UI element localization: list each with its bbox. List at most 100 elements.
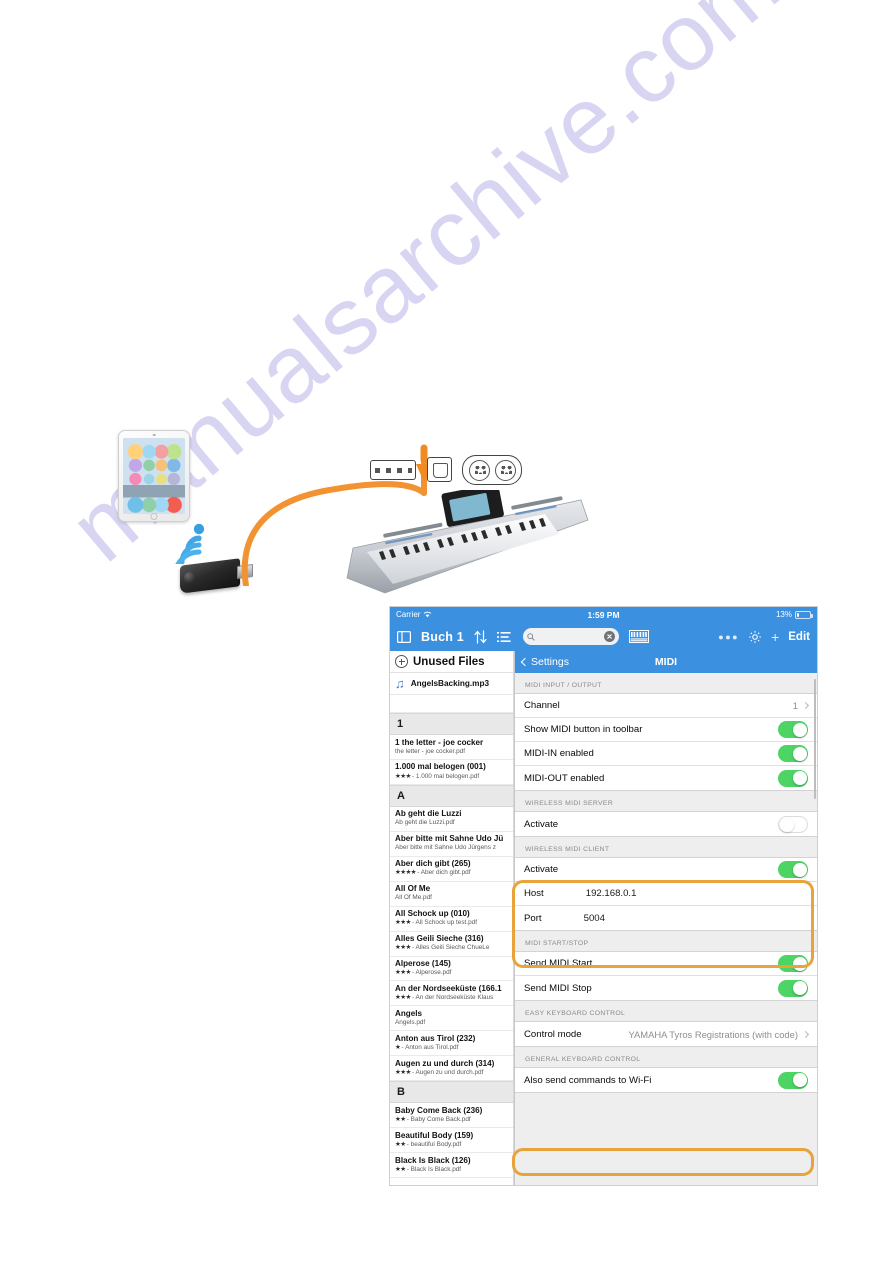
file-subtitle: ★★★ - Alles Geili Sieche ChueLe	[395, 944, 490, 952]
settings-row[interactable]: MIDI-OUT enabled	[515, 766, 817, 790]
back-button[interactable]: Settings	[520, 656, 569, 668]
more-icon[interactable]: ●●●	[718, 632, 739, 642]
list-item[interactable]: Beautiful Body (159) ★★ - beautiful Body.…	[390, 1128, 513, 1154]
settings-value-text: YAMAHA Tyros Registrations (with code)	[628, 1028, 798, 1040]
file-subtitle: ★★★ - An der Nordseeküste Klaus	[395, 994, 494, 1002]
settings-nav-bar: Settings MIDI	[515, 651, 817, 673]
settings-value-text: 1	[792, 700, 798, 711]
back-label: Settings	[531, 656, 569, 668]
settings-row[interactable]: Port 5004	[515, 906, 817, 930]
list-item[interactable]: An der Nordseeküste (166.1 ★★★ - An der N…	[390, 981, 513, 1007]
file-title: 1.000 mal belogen (001)	[395, 762, 486, 772]
settings-field-value[interactable]: 5004	[584, 913, 605, 924]
settings-row[interactable]: Control mode YAMAHA Tyros Registrations (…	[515, 1022, 817, 1046]
toggle-switch[interactable]	[778, 721, 808, 738]
toggle-switch[interactable]	[778, 815, 808, 833]
file-subtitle: All Of Me.pdf	[395, 894, 432, 902]
midi-din-left-icon	[469, 460, 490, 481]
settings-row[interactable]: Send MIDI Stop	[515, 976, 817, 1000]
file-subtitle: Ab geht die Luzzi.pdf	[395, 819, 455, 827]
midi-icon[interactable]	[628, 630, 649, 643]
dongle-knob	[184, 572, 195, 583]
file-subtitle: Angels.pdf	[395, 1018, 426, 1026]
chevron-right-icon	[801, 1030, 810, 1038]
settings-row[interactable]: Send MIDI Start	[515, 952, 817, 976]
toggle-switch[interactable]	[778, 1071, 808, 1089]
toggle-switch[interactable]	[778, 769, 808, 787]
list-spacer	[390, 695, 513, 713]
list-item[interactable]: Aber bitte mit Sahne Udo Jü Aber bitte mi…	[390, 832, 513, 857]
settings-row-value: 1	[792, 700, 810, 711]
add-circle-icon[interactable]	[395, 655, 408, 668]
toggle-knob	[792, 862, 807, 877]
connector-ports-group	[370, 455, 522, 487]
settings-row[interactable]: Also send commands to Wi-Fi	[515, 1068, 817, 1092]
list-item[interactable]: All Of Me All Of Me.pdf	[390, 882, 513, 907]
toggle-knob	[792, 981, 807, 995]
list-item[interactable]: 1 the letter - joe cocker the letter - jo…	[390, 735, 513, 760]
settings-row-label: Activate	[524, 818, 559, 830]
settings-row-value: YAMAHA Tyros Registrations (with code)	[628, 1028, 810, 1040]
settings-field-value[interactable]: 192.168.0.1	[586, 888, 637, 899]
list-item[interactable]: Angels Angels.pdf	[390, 1006, 513, 1032]
book-title[interactable]: Buch 1	[421, 630, 464, 644]
rating-stars: ★★★	[395, 772, 412, 780]
toggle-switch[interactable]	[778, 979, 808, 997]
settings-group-header: WIRELESS MIDI SERVER	[525, 800, 614, 807]
settings-group-header: WIRELESS MIDI CLIENT	[525, 846, 610, 853]
settings-popover: Settings MIDI MIDI INPUT / OUTPUT Channel…	[514, 651, 817, 1185]
search-icon	[527, 632, 535, 641]
list-item[interactable]: Augen zu und durch (314) ★★★ - Augen zu u…	[390, 1056, 513, 1082]
list-item[interactable]: Baby Come Back (236) ★★ - Baby Come Back.…	[390, 1103, 513, 1129]
scrollbar[interactable]	[814, 679, 816, 799]
rating-stars: ★★	[395, 1140, 407, 1148]
file-list-panel[interactable]: Unused Files ♫ AngelsBacking.mp3 11 the …	[390, 651, 514, 1185]
toggle-knob	[792, 746, 807, 761]
settings-scroll[interactable]: MIDI INPUT / OUTPUT Channel 1 Show MIDI but…	[515, 673, 817, 1185]
rating-stars: ★	[395, 1043, 402, 1051]
gear-icon[interactable]	[748, 630, 762, 644]
chevron-left-icon	[520, 657, 530, 667]
list-item[interactable]: Alles Geili Sieche (316) ★★★ - Alles Geil…	[390, 932, 513, 957]
toggle-switch[interactable]	[778, 955, 808, 972]
search-input[interactable]	[522, 628, 619, 645]
toggle-knob	[792, 771, 807, 785]
settings-row-label: Channel	[524, 700, 560, 711]
chevron-right-icon	[801, 701, 810, 710]
list-item[interactable]: Aber dich gibt (265) ★★★★ - Aber dich gib…	[390, 857, 513, 882]
sort-icon[interactable]	[474, 629, 487, 644]
list-item[interactable]: All Schock up (010) ★★★ - All Schock up t…	[390, 907, 513, 932]
toggle-switch[interactable]	[778, 861, 808, 878]
list-item[interactable]: Alperose (145) ★★★ - Alperose.pdf	[390, 957, 513, 982]
settings-row[interactable]: Show MIDI button in toolbar	[515, 718, 817, 742]
book-view-icon[interactable]	[397, 630, 411, 643]
ipad-screen	[123, 438, 185, 514]
settings-row[interactable]: Activate	[515, 858, 817, 882]
list-item[interactable]: ♫ AngelsBacking.mp3	[390, 673, 513, 695]
settings-row[interactable]: Host 192.168.0.1	[515, 882, 817, 906]
list-item[interactable]: Anton aus Tirol (232) ★ - Anton aus Tirol…	[390, 1031, 513, 1057]
add-icon[interactable]: +	[771, 629, 779, 645]
settings-row[interactable]: Activate	[515, 812, 817, 836]
file-subtitle: ★★★ - Augen zu und durch.pdf	[395, 1068, 484, 1076]
usb-a-port-icon	[370, 460, 416, 480]
file-title: Baby Come Back (236)	[395, 1105, 483, 1115]
toggle-switch[interactable]	[778, 745, 808, 762]
status-battery-group: 13%	[776, 610, 813, 619]
settings-group: Also send commands to Wi-Fi	[515, 1067, 817, 1093]
file-subtitle: ★★ - Baby Come Back.pdf	[395, 1115, 471, 1123]
rating-stars: ★★★	[395, 1068, 412, 1076]
file-title: All Of Me	[395, 884, 431, 894]
file-title: 1 the letter - joe cocker	[395, 737, 484, 747]
list-item[interactable]: 1.000 mal belogen (001) ★★★ - 1.000 mal b…	[390, 760, 513, 785]
settings-row[interactable]: Channel 1	[515, 694, 817, 718]
list-icon[interactable]	[496, 631, 511, 643]
unused-files-row[interactable]: Unused Files	[390, 651, 513, 673]
list-item[interactable]: Ab geht die Luzzi Ab geht die Luzzi.pdf	[390, 807, 513, 832]
clear-icon[interactable]	[603, 631, 615, 642]
file-subtitle: ★★★★ - Aber dich gibt.pdf	[395, 869, 471, 877]
list-item[interactable]: Black Is Black (126) ★★ - Black Is Black.…	[390, 1153, 513, 1178]
edit-button[interactable]: Edit	[788, 631, 810, 643]
file-title: Beautiful Body (159)	[395, 1130, 474, 1140]
settings-row[interactable]: MIDI-IN enabled	[515, 742, 817, 766]
